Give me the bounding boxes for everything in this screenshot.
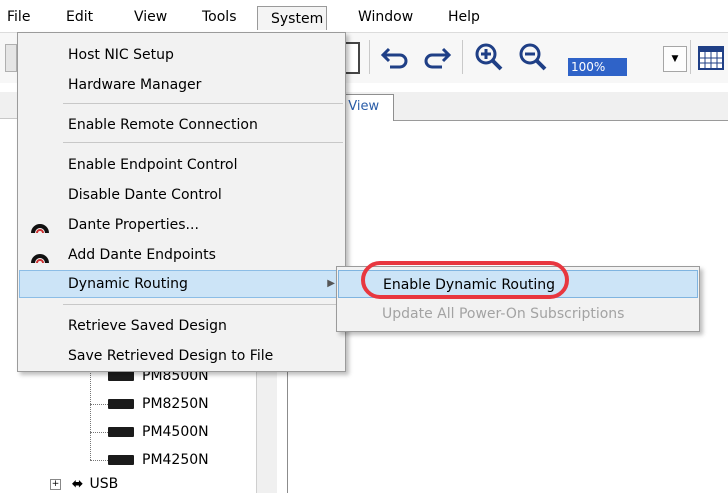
menu-help[interactable]: Help bbox=[446, 7, 482, 27]
menu-item-label: Enable Remote Connection bbox=[68, 117, 258, 133]
amplifier-icon bbox=[108, 399, 134, 409]
menu-view[interactable]: View bbox=[132, 7, 169, 27]
amplifier-icon bbox=[108, 455, 134, 465]
menu-separator bbox=[63, 103, 343, 104]
menu-item-disable-dante-control[interactable]: Disable Dante Control bbox=[19, 182, 344, 208]
menu-item-dynamic-routing[interactable]: Dynamic Routing ▶ bbox=[19, 270, 344, 298]
tree-item-label: PM4250N bbox=[142, 452, 209, 468]
tree-item-pm8250n[interactable]: PM8250N bbox=[108, 394, 209, 414]
menu-item-save-retrieved-design[interactable]: Save Retrieved Design to File bbox=[19, 343, 344, 369]
tree-line bbox=[90, 404, 108, 405]
zoom-out-icon[interactable] bbox=[518, 42, 548, 72]
menu-item-label: Add Dante Endpoints bbox=[68, 247, 216, 263]
menu-edit[interactable]: Edit bbox=[64, 7, 95, 27]
toolbar-separator-2 bbox=[462, 40, 463, 74]
tree-line bbox=[90, 370, 91, 460]
menu-item-hardware-manager[interactable]: Hardware Manager bbox=[19, 72, 344, 98]
dante-icon bbox=[31, 224, 49, 234]
expand-plus-icon[interactable]: + bbox=[50, 478, 61, 490]
redo-icon[interactable] bbox=[420, 44, 452, 70]
menu-item-label: Enable Endpoint Control bbox=[68, 157, 238, 173]
tree-item-label: PM4500N bbox=[142, 424, 209, 440]
menu-separator bbox=[63, 142, 343, 143]
menu-system[interactable]: System bbox=[257, 6, 327, 30]
menu-item-label: Save Retrieved Design to File bbox=[68, 348, 274, 364]
undo-icon[interactable] bbox=[380, 44, 412, 70]
system-menu-dropdown: Host NIC Setup Hardware Manager Enable R… bbox=[17, 32, 346, 372]
dante-icon bbox=[31, 254, 49, 264]
zoom-in-icon[interactable] bbox=[474, 42, 504, 72]
amplifier-icon bbox=[108, 371, 134, 381]
menu-item-label: Dante Properties... bbox=[68, 217, 199, 233]
menu-window[interactable]: Window bbox=[356, 7, 415, 27]
toolbar-handle bbox=[5, 44, 17, 72]
menu-item-retrieve-saved-design[interactable]: Retrieve Saved Design bbox=[19, 313, 344, 339]
menu-separator bbox=[63, 304, 343, 305]
amplifier-icon bbox=[108, 427, 134, 437]
toolbar-separator-3 bbox=[690, 40, 691, 74]
menu-item-host-nic-setup[interactable]: Host NIC Setup bbox=[19, 42, 344, 68]
zoom-level-field[interactable]: 100% bbox=[568, 58, 627, 76]
menu-item-label: Dynamic Routing bbox=[68, 276, 188, 292]
menu-item-label: Host NIC Setup bbox=[68, 47, 174, 63]
submenu-arrow-icon: ▶ bbox=[327, 278, 335, 289]
annotation-highlight-oval bbox=[361, 261, 569, 299]
tree-line bbox=[90, 432, 108, 433]
menu-item-label: Hardware Manager bbox=[68, 77, 202, 93]
tree-item-usb[interactable]: + ⬌ USB bbox=[50, 474, 118, 494]
menu-tools[interactable]: Tools bbox=[200, 7, 239, 27]
tree-item-label: USB bbox=[89, 476, 119, 492]
menu-item-enable-remote-connection[interactable]: Enable Remote Connection bbox=[19, 112, 344, 138]
tree-line bbox=[90, 460, 108, 461]
menu-file[interactable]: File bbox=[5, 7, 32, 27]
menu-item-enable-endpoint-control[interactable]: Enable Endpoint Control bbox=[19, 152, 344, 178]
submenu-item-update-power-on-subscriptions: Update All Power-On Subscriptions bbox=[338, 300, 698, 328]
tree-item-pm4500n[interactable]: PM4500N bbox=[108, 422, 209, 442]
usb-icon: ⬌ bbox=[71, 476, 84, 492]
toolbar-doc-icon[interactable] bbox=[344, 42, 360, 74]
dropdown-arrow-icon[interactable]: ▼ bbox=[663, 46, 687, 72]
tree-item-label: PM8250N bbox=[142, 396, 209, 412]
menu-item-label: Retrieve Saved Design bbox=[68, 318, 227, 334]
menu-item-add-dante-endpoints[interactable]: Add Dante Endpoints bbox=[19, 242, 344, 268]
menu-item-label: Disable Dante Control bbox=[68, 187, 222, 203]
tree-item-pm4250n[interactable]: PM4250N bbox=[108, 450, 209, 470]
toolbar-separator bbox=[369, 40, 370, 74]
menu-bar: File Edit View Tools System Window Help bbox=[0, 0, 728, 33]
grid-icon[interactable] bbox=[698, 46, 724, 70]
submenu-item-label: Update All Power-On Subscriptions bbox=[382, 306, 625, 322]
menu-item-dante-properties[interactable]: Dante Properties... bbox=[19, 212, 344, 238]
